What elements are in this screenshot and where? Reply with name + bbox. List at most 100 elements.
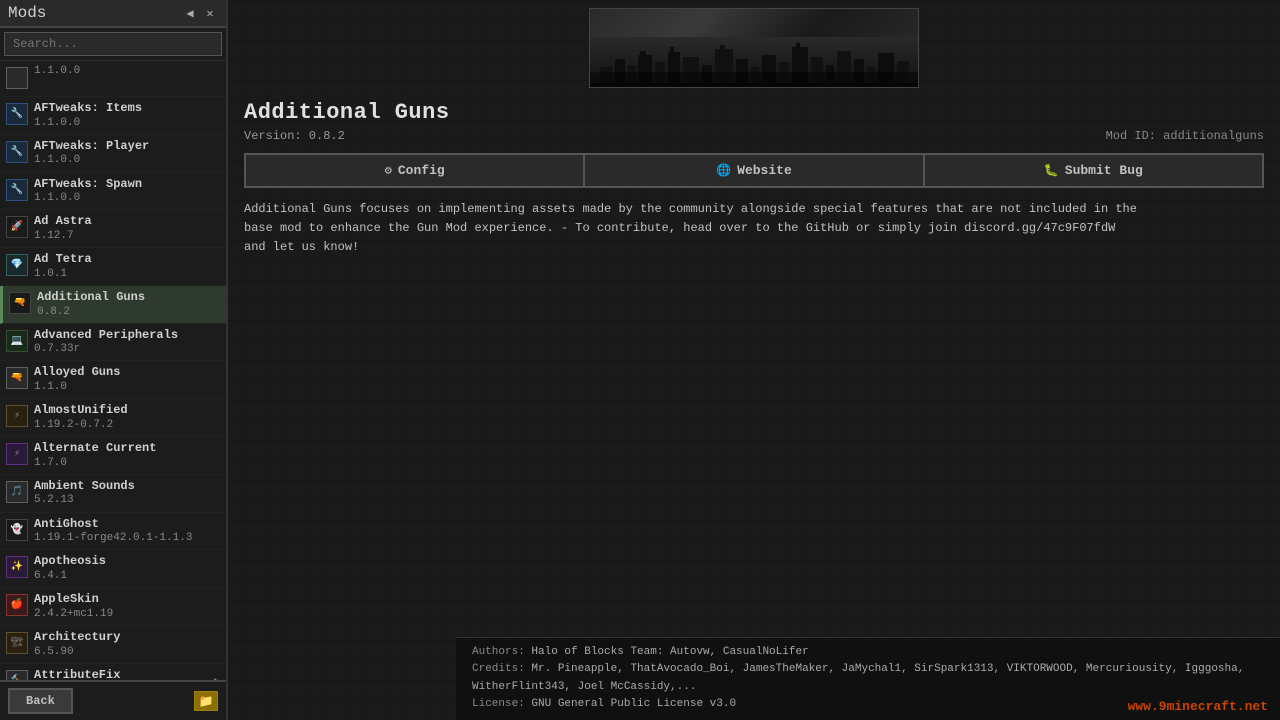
banner-image bbox=[589, 8, 919, 88]
mod-name: Advanced Peripherals bbox=[34, 328, 220, 344]
mod-info: Ambient Sounds5.2.13 bbox=[34, 479, 220, 508]
mod-info: Alternate Current1.7.0 bbox=[34, 441, 220, 470]
search-input[interactable] bbox=[4, 32, 222, 56]
mod-list-item[interactable]: 🎵 Ambient Sounds5.2.13 bbox=[0, 475, 226, 513]
mod-version: 6.5.90 bbox=[34, 646, 220, 659]
config-button[interactable]: ⚙ Config bbox=[244, 153, 585, 188]
mod-list-item[interactable]: 🔧 AFTweaks: Items1.1.0.0 bbox=[0, 97, 226, 135]
mod-icon: 🔧 bbox=[6, 141, 28, 163]
mod-info: Apotheosis6.4.1 bbox=[34, 554, 220, 583]
sidebar-footer: Back 📁 bbox=[0, 680, 226, 720]
mod-version: 1.19.2-0.7.2 bbox=[34, 419, 220, 432]
mod-icon: 🔨 bbox=[6, 670, 28, 680]
header-icons: ◀ ✕ bbox=[182, 5, 218, 21]
mod-name: Alternate Current bbox=[34, 441, 220, 457]
mod-list-item[interactable]: ⚡ AlmostUnified1.19.2-0.7.2 bbox=[0, 399, 226, 437]
mod-list-item[interactable]: 1.1.0.0 bbox=[0, 61, 226, 97]
submit-bug-label: Submit Bug bbox=[1065, 163, 1143, 178]
mod-info: Architectury6.5.90 bbox=[34, 630, 220, 659]
mod-version: 0.7.33r bbox=[34, 343, 220, 356]
mod-name: Alloyed Guns bbox=[34, 365, 220, 381]
mod-name: Architectury bbox=[34, 630, 220, 646]
mod-icon: 🔧 bbox=[6, 103, 28, 125]
mod-name: Apotheosis bbox=[34, 554, 220, 570]
config-icon: ⚙ bbox=[385, 163, 392, 178]
mod-icon: 🔫 bbox=[6, 367, 28, 389]
mod-list-item[interactable]: 🔨AttributeFix17.2.7▶ bbox=[0, 664, 226, 680]
mod-icon: ⚡ bbox=[6, 405, 28, 427]
mod-list-item[interactable]: ✨Apotheosis6.4.1 bbox=[0, 550, 226, 588]
mod-version: 5.2.13 bbox=[34, 494, 220, 507]
mod-list-item[interactable]: 🚀 Ad Astra1.12.7 bbox=[0, 210, 226, 248]
mod-info: 1.1.0.0 bbox=[34, 65, 220, 78]
mod-version: 6.4.1 bbox=[34, 570, 220, 583]
folder-icon[interactable]: 📁 bbox=[194, 691, 218, 711]
mod-info: AFTweaks: Player1.1.0.0 bbox=[34, 139, 220, 168]
mod-version: 1.7.0 bbox=[34, 457, 220, 470]
mod-list-item[interactable]: 🔧 AFTweaks: Spawn1.1.0.0 bbox=[0, 173, 226, 211]
banner-area bbox=[228, 0, 1280, 92]
mod-list-item[interactable]: 🏗 Architectury6.5.90 bbox=[0, 626, 226, 664]
mod-info: AFTweaks: Items1.1.0.0 bbox=[34, 101, 220, 130]
submit-bug-button[interactable]: 🐛 Submit Bug bbox=[925, 153, 1264, 188]
mod-info: Ad Astra1.12.7 bbox=[34, 214, 220, 243]
mod-version: 1.0.1 bbox=[34, 268, 220, 281]
mod-icon: 👻 bbox=[6, 519, 28, 541]
mod-version: 1.19.1-forge42.0.1-1.1.3 bbox=[34, 532, 220, 545]
mod-icon: 🏗 bbox=[6, 632, 28, 654]
mod-icon: 🎵 bbox=[6, 481, 28, 503]
mod-info: AlmostUnified1.19.2-0.7.2 bbox=[34, 403, 220, 432]
mod-info: Ad Tetra1.0.1 bbox=[34, 252, 220, 281]
city-silhouette-svg bbox=[590, 37, 919, 87]
mod-icon: 💎 bbox=[6, 254, 28, 276]
mod-name: AFTweaks: Player bbox=[34, 139, 220, 155]
back-button[interactable]: Back bbox=[8, 688, 73, 714]
mod-info: AppleSkin2.4.2+mc1.19 bbox=[34, 592, 220, 621]
mod-detail: Additional Guns Version: 0.8.2 Mod ID: a… bbox=[228, 92, 1280, 720]
mod-list-item[interactable]: 🔫 Additional Guns0.8.2 bbox=[0, 286, 226, 324]
mod-icon bbox=[6, 67, 28, 89]
mod-info: Advanced Peripherals0.7.33r bbox=[34, 328, 220, 357]
close-icon[interactable]: ✕ bbox=[202, 5, 218, 21]
mod-info: Additional Guns0.8.2 bbox=[37, 290, 220, 319]
mod-name: AntiGhost bbox=[34, 517, 220, 533]
mod-id-text: Mod ID: additionalguns bbox=[1106, 129, 1264, 143]
mod-icon: 🔧 bbox=[6, 179, 28, 201]
mod-name: Ad Astra bbox=[34, 214, 220, 230]
mod-name: AppleSkin bbox=[34, 592, 220, 608]
mod-name: AttributeFix bbox=[34, 668, 214, 680]
search-container bbox=[0, 28, 226, 61]
authors-line: Authors: Halo of Blocks Team: Autovw, Ca… bbox=[472, 644, 1264, 662]
mod-name: AFTweaks: Spawn bbox=[34, 177, 220, 193]
mod-icon: 💻 bbox=[6, 330, 28, 352]
main-content: Additional Guns Version: 0.8.2 Mod ID: a… bbox=[228, 0, 1280, 720]
mod-list-item[interactable]: 🔫Alloyed Guns1.1.0 bbox=[0, 361, 226, 399]
website-label: Website bbox=[737, 163, 792, 178]
website-button[interactable]: 🌐 Website bbox=[585, 153, 924, 188]
mod-icon: 🍎 bbox=[6, 594, 28, 616]
collapse-icon[interactable]: ◀ bbox=[182, 5, 198, 21]
mod-version: 0.8.2 bbox=[37, 306, 220, 319]
mod-name: Ambient Sounds bbox=[34, 479, 220, 495]
mod-list-item[interactable]: 👻 AntiGhost1.19.1-forge42.0.1-1.1.3 bbox=[0, 513, 226, 551]
mod-title: Additional Guns bbox=[244, 100, 1264, 125]
mod-list-item[interactable]: 💻 Advanced Peripherals0.7.33r bbox=[0, 324, 226, 362]
mod-list-item[interactable]: 💎 Ad Tetra1.0.1 bbox=[0, 248, 226, 286]
sidebar-title: Mods bbox=[8, 4, 46, 22]
mod-description: Additional Guns focuses on implementing … bbox=[244, 200, 1144, 258]
mods-list[interactable]: 1.1.0.0 🔧 AFTweaks: Items1.1.0.0 🔧 AFTweaks:… bbox=[0, 61, 226, 680]
mod-info: AttributeFix17.2.7 bbox=[34, 668, 214, 680]
config-label: Config bbox=[398, 163, 445, 178]
mod-name: AlmostUnified bbox=[34, 403, 220, 419]
mod-list-item[interactable]: 🔧 AFTweaks: Player1.1.0.0 bbox=[0, 135, 226, 173]
mod-info: AFTweaks: Spawn1.1.0.0 bbox=[34, 177, 220, 206]
mod-icon: 🔫 bbox=[9, 292, 31, 314]
mod-list-item[interactable]: 🍎 AppleSkin2.4.2+mc1.19 bbox=[0, 588, 226, 626]
sidebar-header: Mods ◀ ✕ bbox=[0, 0, 226, 28]
mod-version: 1.12.7 bbox=[34, 230, 220, 243]
mod-list-item[interactable]: ⚡Alternate Current1.7.0 bbox=[0, 437, 226, 475]
mod-name: Additional Guns bbox=[37, 290, 220, 306]
mod-version: 1.1.0.0 bbox=[34, 117, 220, 130]
mod-icon: 🚀 bbox=[6, 216, 28, 238]
mod-version-text: Version: 0.8.2 bbox=[244, 129, 345, 143]
